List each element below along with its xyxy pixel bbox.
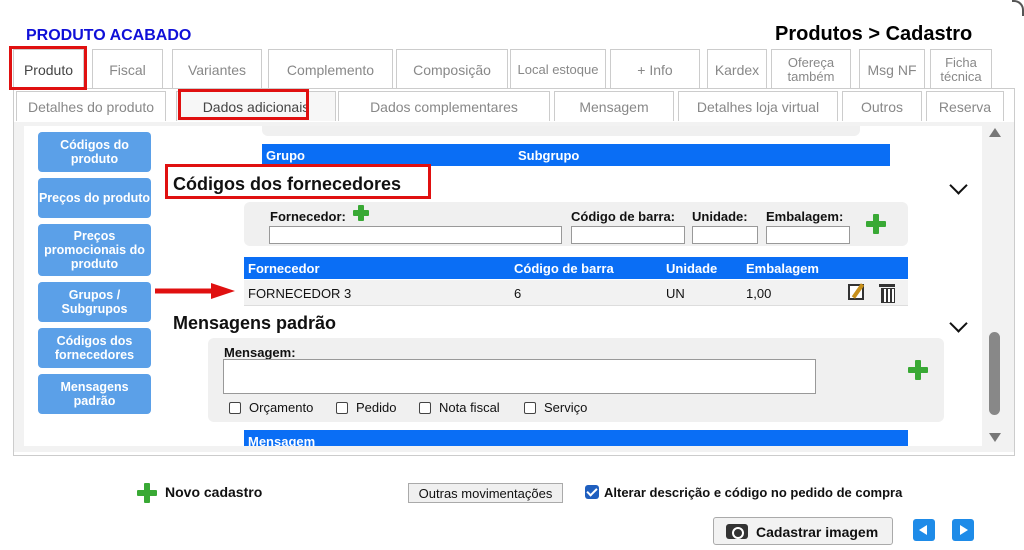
th-unidade: Unidade	[666, 261, 718, 276]
barcode-input[interactable]	[571, 226, 685, 244]
checkbox-orcamento[interactable]	[229, 401, 241, 414]
suppliers-section-title: Códigos dos fornecedores	[173, 174, 402, 194]
tab-produto[interactable]: Produto	[13, 49, 84, 89]
scroll-down-icon[interactable]	[989, 433, 1001, 442]
sidebar-item-mensagens-padrao[interactable]: Mensagens padrão	[38, 374, 151, 414]
alter-desc-label: Alterar descrição e código no pedido de …	[604, 485, 903, 500]
sidebar-item-codigos-fornecedores[interactable]: Códigos dos fornecedores	[38, 328, 151, 368]
app-window: PRODUTO ACABADO Produtos > Cadastro Prod…	[0, 0, 1024, 550]
tab-local-estoque[interactable]: Local estoque	[510, 49, 606, 89]
option-servico-label: Serviço	[544, 400, 588, 415]
option-orcamento[interactable]: Orçamento	[229, 400, 313, 415]
main-panel: Grupo Subgrupo Códigos dos fornecedores …	[162, 126, 982, 446]
messages-section-title: Mensagens padrão	[173, 313, 337, 333]
sidebar: Códigos do produto Preços do produto Pre…	[24, 126, 162, 446]
package-input[interactable]	[766, 226, 850, 244]
option-pedido[interactable]: Pedido	[336, 400, 396, 415]
checkbox-servico[interactable]	[524, 401, 536, 414]
checkbox-nota-fiscal[interactable]	[419, 401, 431, 414]
cell-fornecedor: FORNECEDOR 3	[248, 286, 352, 301]
subtab-detalhes-loja-virtual[interactable]: Detalhes loja virtual	[678, 91, 838, 121]
subtab-reserva[interactable]: Reserva	[926, 91, 1004, 121]
arrow-right-icon	[960, 525, 968, 535]
subtab-dados-complementares[interactable]: Dados complementares	[338, 91, 550, 121]
new-record-icon[interactable]	[137, 483, 157, 503]
page-title: Produtos > Cadastro	[775, 23, 973, 45]
subtab-mensagem[interactable]: Mensagem	[554, 91, 674, 121]
unit-label: Unidade:	[692, 209, 748, 224]
register-image-button[interactable]: Cadastrar imagem	[713, 517, 893, 545]
red-arrow-icon	[155, 283, 235, 299]
sidebar-item-precos-produto[interactable]: Preços do produto	[38, 178, 151, 218]
tab-kardex[interactable]: Kardex	[707, 49, 767, 89]
product-type-label: PRODUTO ACABADO	[26, 27, 192, 44]
supplier-label: Fornecedor:	[270, 209, 346, 224]
sub-tabs: Detalhes do produto Dados adicionais Dad…	[14, 89, 1014, 121]
cell-codigo-barra: 6	[514, 286, 522, 301]
cell-unidade: UN	[666, 286, 685, 301]
groups-table-header: Grupo Subgrupo	[262, 144, 890, 166]
message-textarea[interactable]	[223, 359, 816, 394]
col-subgrupo: Subgrupo	[518, 148, 580, 163]
option-nota-fiscal[interactable]: Nota fiscal	[419, 400, 500, 415]
tab-mais-info[interactable]: + Info	[610, 49, 700, 89]
tab-variantes[interactable]: Variantes	[172, 49, 262, 89]
new-record-button[interactable]: Novo cadastro	[165, 484, 262, 500]
th-codigo-barra: Código de barra	[514, 261, 614, 276]
supplier-input[interactable]	[269, 226, 562, 244]
subtab-detalhes-produto[interactable]: Detalhes do produto	[16, 91, 166, 121]
main-tabs: Produto Fiscal Variantes Complemento Com…	[13, 49, 1013, 89]
chevron-down-icon[interactable]	[949, 176, 968, 195]
group-form-box	[262, 126, 860, 136]
unit-input[interactable]	[692, 226, 758, 244]
subtab-outros[interactable]: Outros	[842, 91, 922, 121]
th-embalagem: Embalagem	[746, 261, 819, 276]
messages-table-header: Mensagem	[244, 430, 908, 446]
edit-icon[interactable]	[848, 284, 864, 300]
option-nota-fiscal-label: Nota fiscal	[439, 400, 500, 415]
trash-icon[interactable]	[879, 284, 895, 303]
suppliers-table-header: Fornecedor Código de barra Unidade Embal…	[244, 257, 908, 279]
other-moves-button[interactable]: Outras movimentações	[408, 483, 563, 503]
arrow-left-icon	[919, 525, 927, 535]
sidebar-item-grupos-subgrupos[interactable]: Grupos / Subgrupos	[38, 282, 151, 322]
alter-desc-checkbox[interactable]	[585, 485, 599, 499]
sidebar-item-codigos-produto[interactable]: Códigos do produto	[38, 132, 151, 172]
table-row: FORNECEDOR 3 6 UN 1,00	[244, 280, 908, 306]
checkbox-pedido[interactable]	[336, 401, 348, 414]
scrollbar-thumb[interactable]	[989, 332, 1000, 415]
chevron-down-icon[interactable]	[949, 314, 968, 333]
supplier-form: Fornecedor: Código de barra: Unidade: Em…	[244, 202, 908, 246]
register-image-label: Cadastrar imagem	[756, 524, 879, 540]
option-pedido-label: Pedido	[356, 400, 397, 415]
subtab-dados-adicionais[interactable]: Dados adicionais	[176, 91, 336, 121]
prev-button[interactable]	[913, 519, 935, 541]
option-orcamento-label: Orçamento	[249, 400, 314, 415]
camera-icon	[726, 524, 748, 539]
add-message-icon[interactable]	[908, 360, 928, 380]
th-fornecedor: Fornecedor	[248, 261, 320, 276]
tab-ofereca-tambem[interactable]: Ofereça também	[771, 49, 851, 89]
col-grupo: Grupo	[266, 148, 305, 163]
package-label: Embalagem:	[766, 209, 844, 224]
barcode-label: Código de barra:	[571, 209, 676, 224]
add-supplier-row-icon[interactable]	[866, 214, 886, 234]
tab-msg-nf[interactable]: Msg NF	[859, 49, 925, 89]
refresh-icon[interactable]	[1012, 0, 1024, 16]
th-mensagem: Mensagem	[248, 434, 316, 446]
add-supplier-icon[interactable]	[353, 205, 369, 221]
message-label: Mensagem:	[224, 345, 296, 360]
option-servico[interactable]: Serviço	[524, 400, 587, 415]
sidebar-item-precos-promocionais[interactable]: Preços promocionais do produto	[38, 224, 151, 276]
scroll-up-icon[interactable]	[989, 128, 1001, 137]
tab-composicao[interactable]: Composição	[396, 49, 508, 89]
cell-embalagem: 1,00	[746, 286, 772, 301]
next-button[interactable]	[952, 519, 974, 541]
tab-complemento[interactable]: Complemento	[268, 49, 393, 89]
tab-ficha-tecnica[interactable]: Ficha técnica	[930, 49, 992, 89]
tab-fiscal[interactable]: Fiscal	[92, 49, 163, 89]
